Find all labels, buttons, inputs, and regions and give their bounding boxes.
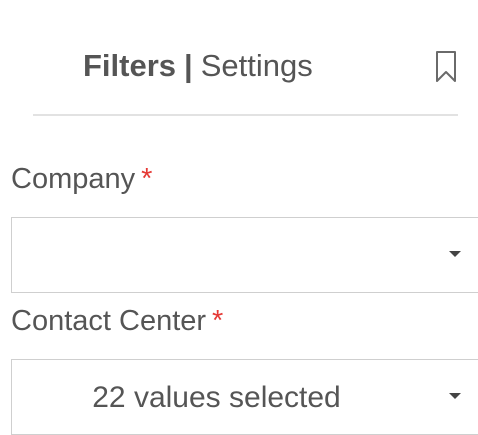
contact-center-label-text: Contact Center [11, 305, 207, 337]
contact-center-select[interactable]: 22 values selected [11, 359, 478, 435]
tab-filters[interactable]: Filters [83, 48, 176, 83]
contact-center-label: Contact Center * [11, 304, 223, 338]
contact-center-select-value: 22 values selected [92, 381, 341, 414]
required-asterisk: * [141, 163, 153, 195]
caret-down-icon [449, 251, 461, 257]
tab-separator: | [184, 48, 193, 83]
company-label: Company * [11, 162, 152, 196]
caret-down-icon [449, 393, 461, 399]
required-asterisk: * [212, 305, 224, 337]
company-label-text: Company [11, 163, 136, 195]
panel-header: Filters | Settings [33, 38, 458, 98]
tab-bar: Filters | Settings [83, 48, 313, 84]
company-select[interactable] [11, 217, 478, 293]
tab-settings[interactable]: Settings [201, 48, 313, 83]
header-divider [33, 114, 458, 116]
bookmark-icon[interactable] [435, 50, 457, 84]
